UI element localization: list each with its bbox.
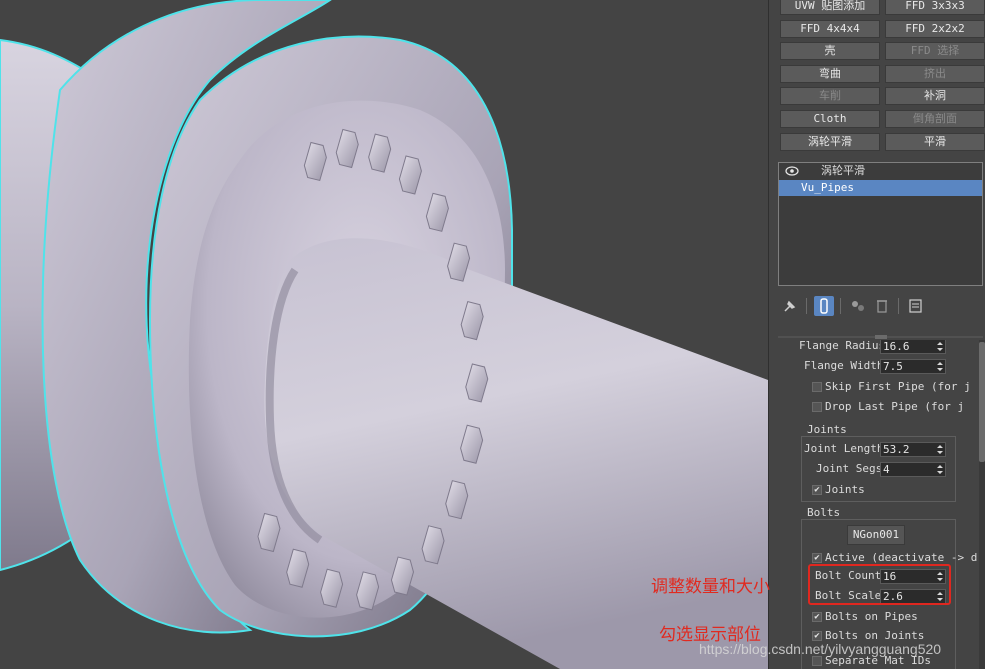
modifier-button[interactable]: Cloth [780, 110, 880, 128]
joints-group-title: Joints [805, 423, 849, 436]
bolts-on-pipes-label: Bolts on Pipes [825, 610, 918, 623]
skip-first-pipe-checkbox[interactable] [812, 382, 822, 392]
flange-radius-label: Flange Radius [799, 340, 886, 352]
spinner-arrows-icon[interactable] [936, 463, 944, 476]
joint-length-spinner[interactable]: 53.2 [880, 442, 946, 457]
spinner-arrows-icon[interactable] [936, 340, 944, 353]
modifier-button[interactable]: 挤出 [885, 64, 985, 83]
modifier-button[interactable]: 弯曲 [780, 64, 880, 83]
modifier-button[interactable]: FFD 3x3x3 [885, 0, 985, 15]
configure-sets-icon[interactable] [906, 296, 926, 316]
stack-item-label: 涡轮平滑 [821, 164, 865, 177]
joint-segs-label: Joint Segs [816, 462, 883, 475]
modifier-button[interactable]: 涡轮平滑 [780, 132, 880, 151]
flange-width-label: Flange Width [804, 359, 884, 372]
stack-toolbar [778, 294, 983, 318]
flange-radius-spinner[interactable]: 16.6 [880, 340, 946, 354]
separate-mat-ids-checkbox[interactable] [812, 656, 822, 666]
joints-checkbox[interactable]: ✔ [812, 485, 822, 495]
show-end-result-icon[interactable] [814, 296, 834, 316]
flange-width-spinner[interactable]: 7.5 [880, 359, 946, 374]
toolbar-separator [840, 298, 841, 314]
modifier-button[interactable]: 壳 [780, 42, 880, 61]
bolts-on-pipes-checkbox[interactable]: ✔ [812, 612, 822, 622]
modifier-button[interactable]: 平滑 [885, 132, 985, 151]
remove-modifier-icon[interactable] [872, 296, 892, 316]
spinner-value: 4 [883, 463, 890, 476]
modifier-button[interactable]: 补洞 [885, 87, 985, 106]
parameters-rollout[interactable]: Flange Radius 16.6 Flange Width 7.5 Skip… [781, 340, 981, 669]
modifier-button[interactable]: FFD 4x4x4 [780, 19, 880, 38]
joint-length-label: Joint Length [804, 442, 884, 455]
skip-first-pipe-label: Skip First Pipe (for j [825, 380, 971, 393]
rollout-scrollbar[interactable] [979, 340, 985, 669]
stack-item-label: Vu_Pipes [801, 181, 854, 194]
spinner-value: 16.6 [883, 340, 910, 353]
scrollbar-thumb[interactable] [979, 342, 985, 462]
make-unique-icon[interactable] [848, 296, 868, 316]
annotation-adjust-text: 调整数量和大小 [651, 577, 770, 597]
annotation-highlight-box [808, 564, 951, 605]
viewport[interactable] [0, 0, 768, 669]
active-checkbox[interactable]: ✔ [812, 553, 822, 563]
stack-item-vu-pipes[interactable]: Vu_Pipes [779, 180, 982, 196]
modifier-button[interactable]: FFD 选择 [885, 42, 985, 61]
bolts-on-joints-checkbox[interactable]: ✔ [812, 631, 822, 641]
watermark: https://blog.csdn.net/yilvyangguang520 [699, 641, 942, 657]
toolbar-separator [898, 298, 899, 314]
ngon-pick-button[interactable]: NGon001 [847, 525, 905, 545]
spinner-arrows-icon[interactable] [936, 360, 944, 373]
spinner-value: 53.2 [883, 443, 910, 456]
modifier-stack-list[interactable]: 涡轮平滑 Vu_Pipes [778, 162, 983, 286]
modifier-button[interactable]: UVW 贴图添加 [780, 0, 880, 15]
toolbar-separator [806, 298, 807, 314]
spinner-arrows-icon[interactable] [936, 443, 944, 456]
bolts-group-title: Bolts [805, 506, 843, 519]
joints-check-label: Joints [825, 483, 865, 496]
joint-segs-spinner[interactable]: 4 [880, 462, 946, 477]
spinner-value: 7.5 [883, 360, 903, 373]
pin-stack-icon[interactable] [780, 296, 800, 316]
modifier-button[interactable]: FFD 2x2x2 [885, 19, 985, 38]
modifier-button[interactable]: 车削 [780, 87, 880, 106]
drop-last-pipe-checkbox[interactable] [812, 402, 822, 412]
modifier-button[interactable]: 倒角剖面 [885, 110, 985, 128]
pipe-render [0, 0, 768, 669]
eye-icon[interactable] [785, 166, 799, 176]
stack-item-turbosmooth[interactable]: 涡轮平滑 [779, 163, 982, 179]
drop-last-pipe-label: Drop Last Pipe (for j [825, 400, 965, 413]
